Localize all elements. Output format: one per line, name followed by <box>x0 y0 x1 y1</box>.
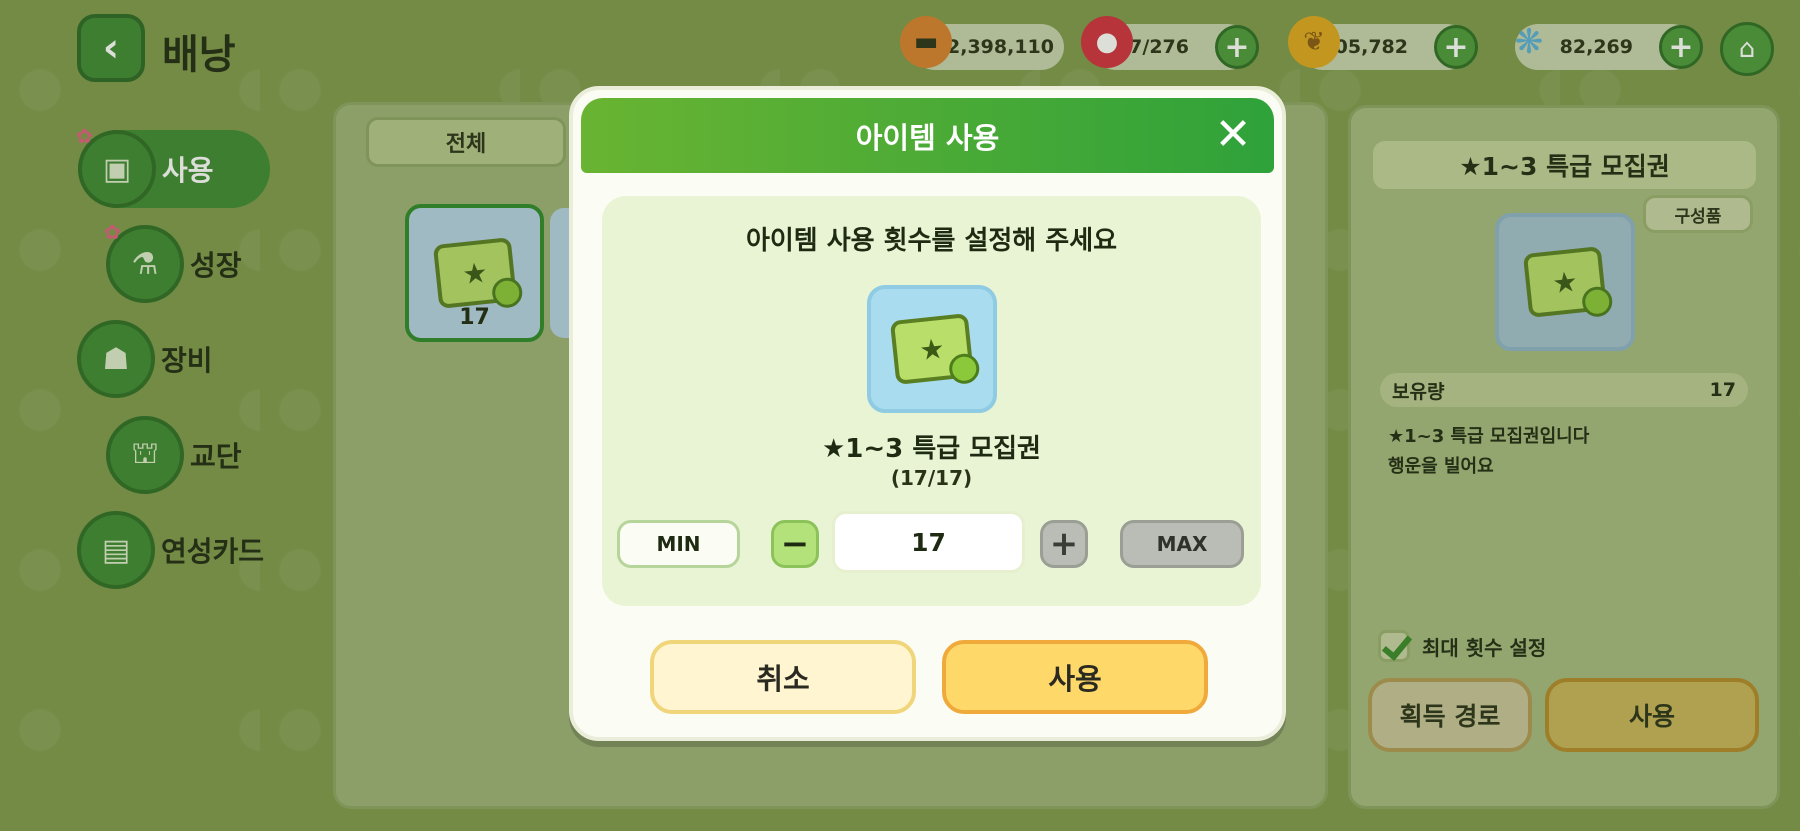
plus-icon: + <box>1049 524 1079 564</box>
cancel-button[interactable]: 취소 <box>650 640 916 714</box>
min-button[interactable]: MIN <box>617 520 740 568</box>
dialog-item-image: ★ <box>867 285 997 413</box>
quantity-input[interactable] <box>832 511 1025 573</box>
dialog-prompt: 아이템 사용 횟수를 설정해 주세요 <box>745 226 1118 256</box>
dialog-item-count: (17/17) <box>890 466 973 490</box>
close-button[interactable]: ✕ <box>1210 108 1256 160</box>
use-item-dialog: 아이템 사용 ✕ 아이템 사용 횟수를 설정해 주세요 ★ ★1~3 특급 모집… <box>569 86 1286 741</box>
quantity-stepper: MIN − + MAX <box>602 511 1261 576</box>
dialog-item-name: ★1~3 특급 모집권 <box>822 434 1041 464</box>
dialog-header: 아이템 사용 ✕ <box>581 98 1274 173</box>
max-button[interactable]: MAX <box>1120 520 1244 568</box>
use-button[interactable]: 사용 <box>942 640 1208 714</box>
recruit-ticket-icon: ★ <box>889 313 981 386</box>
minus-icon: − <box>780 524 810 564</box>
increment-button[interactable]: + <box>1040 520 1088 568</box>
dialog-title: 아이템 사용 <box>855 120 1000 155</box>
dialog-body: 아이템 사용 횟수를 설정해 주세요 ★ ★1~3 특급 모집권 (17/17)… <box>602 196 1261 606</box>
close-icon: ✕ <box>1214 108 1252 160</box>
decrement-button[interactable]: − <box>771 520 819 568</box>
